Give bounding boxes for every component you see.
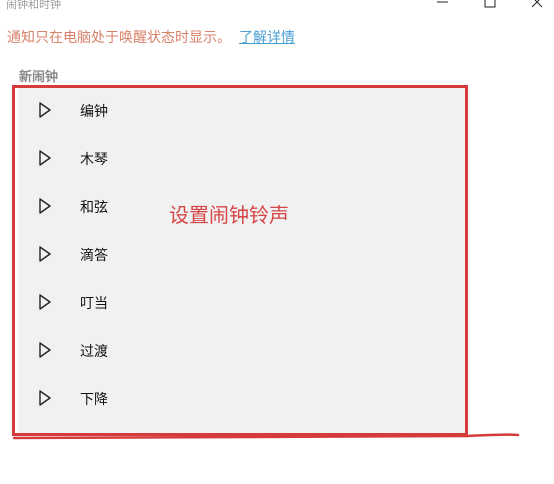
sound-option-label: 滴答 <box>80 248 108 264</box>
close-icon <box>527 0 547 12</box>
play-icon[interactable] <box>38 293 52 311</box>
sound-option-muqin[interactable]: 木琴 <box>19 135 459 183</box>
maximize-icon <box>480 0 500 12</box>
section-title: 新闹钟 <box>19 70 59 85</box>
minimize-icon <box>433 0 453 12</box>
annotation-text: 设置闹钟铃声 <box>169 203 289 227</box>
sound-option-label: 木琴 <box>80 152 108 168</box>
sound-option-guodu[interactable]: 过渡 <box>19 327 459 375</box>
play-icon[interactable] <box>38 197 52 215</box>
minimize-button[interactable] <box>433 0 453 12</box>
notification-notice: 通知只在电脑处于唤醒状态时显示。 了解详情 <box>7 27 295 47</box>
sound-option-label: 过渡 <box>80 344 108 360</box>
play-icon[interactable] <box>38 101 52 119</box>
notice-text: 通知只在电脑处于唤醒状态时显示。 <box>7 30 231 46</box>
alarm-sound-list: 编钟 木琴 和弦 滴答 叮当 过渡 下降 <box>19 87 468 434</box>
sound-option-xiajiang[interactable]: 下降 <box>19 375 459 423</box>
sound-option-label: 编钟 <box>80 104 108 120</box>
sound-option-bianzhong[interactable]: 编钟 <box>19 87 459 135</box>
play-icon[interactable] <box>38 149 52 167</box>
sound-option-dingdang[interactable]: 叮当 <box>19 279 459 327</box>
app-title: 闹钟和时钟 <box>6 0 61 11</box>
scrollbar-thumb[interactable] <box>465 101 468 333</box>
learn-more-link[interactable]: 了解详情 <box>239 30 295 46</box>
sound-option-label: 和弦 <box>80 200 108 216</box>
play-icon[interactable] <box>38 389 52 407</box>
sound-option-label: 叮当 <box>80 296 108 312</box>
play-icon[interactable] <box>38 341 52 359</box>
maximize-button[interactable] <box>480 0 500 12</box>
play-icon[interactable] <box>38 245 52 263</box>
title-bar: 闹钟和时钟 <box>0 0 554 12</box>
sound-option-label: 下降 <box>80 392 108 408</box>
sound-option-dida[interactable]: 滴答 <box>19 231 459 279</box>
close-button[interactable] <box>527 0 547 12</box>
